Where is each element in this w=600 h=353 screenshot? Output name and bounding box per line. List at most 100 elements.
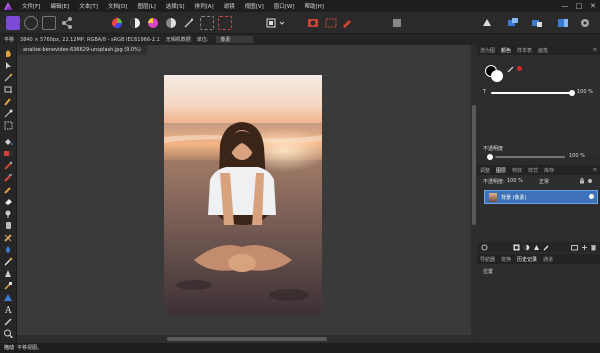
flood-select-tool-icon[interactable] bbox=[3, 109, 14, 118]
liquify-persona-button[interactable] bbox=[24, 16, 38, 30]
shape-tool-icon[interactable] bbox=[3, 293, 14, 302]
lock-icon[interactable] bbox=[579, 178, 585, 184]
opacity-knob[interactable] bbox=[569, 90, 575, 96]
selection-brush-tool-icon[interactable] bbox=[3, 97, 14, 106]
adjustment-layer-icon[interactable] bbox=[523, 244, 530, 251]
refine-selection-button[interactable] bbox=[218, 16, 232, 30]
live-filter-icon[interactable] bbox=[533, 244, 540, 251]
levels-button[interactable] bbox=[128, 16, 142, 30]
pixel-tool-icon[interactable] bbox=[3, 185, 14, 194]
auto-button[interactable] bbox=[182, 16, 196, 30]
tab-effects[interactable]: 特效 bbox=[509, 167, 525, 174]
tab-swatches[interactable]: 样本表 bbox=[514, 47, 535, 54]
mask-layer-icon[interactable] bbox=[513, 244, 520, 251]
marquee-button[interactable] bbox=[200, 16, 214, 30]
unit-select[interactable]: 像素 bbox=[216, 36, 253, 43]
healing-tool-icon[interactable] bbox=[3, 233, 14, 242]
snapping-button[interactable] bbox=[390, 16, 404, 30]
color-replacement-tool-icon[interactable] bbox=[3, 173, 14, 182]
marquee-tool-icon[interactable] bbox=[3, 121, 14, 130]
tab-layers[interactable]: 图层 bbox=[493, 167, 509, 174]
layers-menu-icon[interactable]: ≡ bbox=[590, 167, 600, 173]
opacity-track[interactable] bbox=[491, 92, 571, 94]
hand-tool-icon[interactable] bbox=[3, 49, 14, 58]
brush-layer-icon[interactable] bbox=[543, 244, 550, 251]
settings-button[interactable] bbox=[578, 16, 592, 30]
text-tool-icon[interactable]: A bbox=[3, 305, 14, 314]
add-layer-icon[interactable] bbox=[581, 244, 588, 251]
fill-tool-icon[interactable] bbox=[3, 137, 14, 146]
secondary-color-swatch[interactable] bbox=[491, 70, 503, 82]
zoom-tool-icon[interactable] bbox=[3, 329, 14, 338]
tab-transform[interactable]: 变换 bbox=[498, 256, 514, 263]
develop-persona-button[interactable] bbox=[42, 16, 56, 30]
menu-edit[interactable]: 编辑[E] bbox=[45, 2, 74, 10]
clone-tool-icon[interactable] bbox=[3, 221, 14, 230]
menu-arrange[interactable]: 排列[A] bbox=[190, 2, 219, 10]
blur-tool-icon[interactable] bbox=[3, 245, 14, 254]
tools-button[interactable] bbox=[530, 16, 544, 30]
tab-adjustments[interactable]: 调整 bbox=[477, 167, 493, 174]
view-tool-icon[interactable] bbox=[3, 73, 14, 82]
layer-visibility-icon[interactable] bbox=[589, 194, 594, 199]
menu-filters[interactable]: 滤镜 bbox=[219, 2, 240, 10]
menu-document[interactable]: 文档[D] bbox=[103, 2, 133, 10]
horizontal-scroll-thumb[interactable] bbox=[167, 337, 327, 341]
tab-histogram[interactable]: 流为图 bbox=[477, 47, 498, 54]
menu-select[interactable]: 选择[S] bbox=[161, 2, 190, 10]
canvas-area[interactable]: analise-benevides-636629-unsplash.jpg (9… bbox=[17, 45, 471, 343]
studio-button[interactable] bbox=[556, 16, 570, 30]
tab-channels[interactable]: 通道 bbox=[540, 256, 556, 263]
close-button[interactable]: ✕ bbox=[586, 0, 600, 12]
transform-button[interactable] bbox=[264, 16, 278, 30]
move-tool-icon[interactable] bbox=[3, 61, 14, 70]
tab-history[interactable]: 历史记录 bbox=[514, 256, 540, 263]
layer-row[interactable]: 背景 (像素) bbox=[484, 190, 598, 204]
layer-opacity-value[interactable]: 100 % bbox=[507, 178, 523, 184]
layer-settings-icon[interactable] bbox=[481, 244, 488, 251]
gradient-tool-icon[interactable] bbox=[3, 149, 14, 158]
menu-text[interactable]: 文本[T] bbox=[74, 2, 103, 10]
vertical-scroll-thumb[interactable] bbox=[472, 105, 476, 225]
erase-selection-button[interactable] bbox=[340, 16, 354, 30]
document-tab[interactable]: analise-benevides-636629-unsplash.jpg (9… bbox=[17, 45, 147, 55]
blend-mode-select[interactable]: 正常 bbox=[539, 178, 549, 185]
group-layers-icon[interactable] bbox=[571, 244, 578, 251]
color-wheel-button[interactable] bbox=[110, 16, 124, 30]
assistant-button[interactable] bbox=[480, 16, 494, 30]
white-balance-button[interactable] bbox=[164, 16, 178, 30]
horizontal-scrollbar[interactable] bbox=[17, 335, 471, 343]
delete-layer-icon[interactable] bbox=[590, 244, 597, 251]
noise-track[interactable] bbox=[495, 156, 565, 158]
node-tool-icon[interactable] bbox=[3, 281, 14, 290]
accent-color-dot[interactable] bbox=[517, 66, 522, 71]
tab-color[interactable]: 颜色 bbox=[498, 47, 514, 54]
noise-knob[interactable] bbox=[487, 154, 493, 160]
color-picker-tool-icon[interactable] bbox=[3, 317, 14, 326]
menu-layer[interactable]: 图层[L] bbox=[132, 2, 160, 10]
layer-gear-icon[interactable] bbox=[587, 178, 593, 184]
menu-file[interactable]: 文件[F] bbox=[17, 2, 45, 10]
menu-window[interactable]: 窗口[W] bbox=[269, 2, 300, 10]
panel-menu-icon[interactable]: ≡ bbox=[590, 47, 600, 53]
smudge-tool-icon[interactable] bbox=[3, 257, 14, 266]
arrange-button[interactable] bbox=[506, 16, 520, 30]
tab-stock[interactable]: 库存 bbox=[541, 167, 557, 174]
tab-styles[interactable]: 样式 bbox=[525, 167, 541, 174]
paint-brush-tool-icon[interactable] bbox=[3, 161, 14, 170]
selection-mode-button[interactable] bbox=[324, 16, 338, 30]
pen-tool-icon[interactable] bbox=[3, 269, 14, 278]
tab-brushes[interactable]: 画笔 bbox=[535, 47, 551, 54]
history-entry[interactable]: 位置 bbox=[483, 268, 493, 275]
eyedropper-icon[interactable] bbox=[507, 65, 515, 73]
maximize-button[interactable]: □ bbox=[572, 0, 586, 12]
menu-view[interactable]: 视图[V] bbox=[240, 2, 269, 10]
menu-help[interactable]: 帮助[H] bbox=[299, 2, 328, 10]
hsl-button[interactable] bbox=[146, 16, 160, 30]
minimize-button[interactable]: — bbox=[558, 0, 572, 12]
tab-navigator[interactable]: 导航器 bbox=[477, 256, 498, 263]
dodge-tool-icon[interactable] bbox=[3, 209, 14, 218]
crop-tool-icon[interactable] bbox=[3, 85, 14, 94]
photo-persona-button[interactable] bbox=[6, 16, 20, 30]
transform-dropdown-button[interactable] bbox=[278, 16, 292, 30]
